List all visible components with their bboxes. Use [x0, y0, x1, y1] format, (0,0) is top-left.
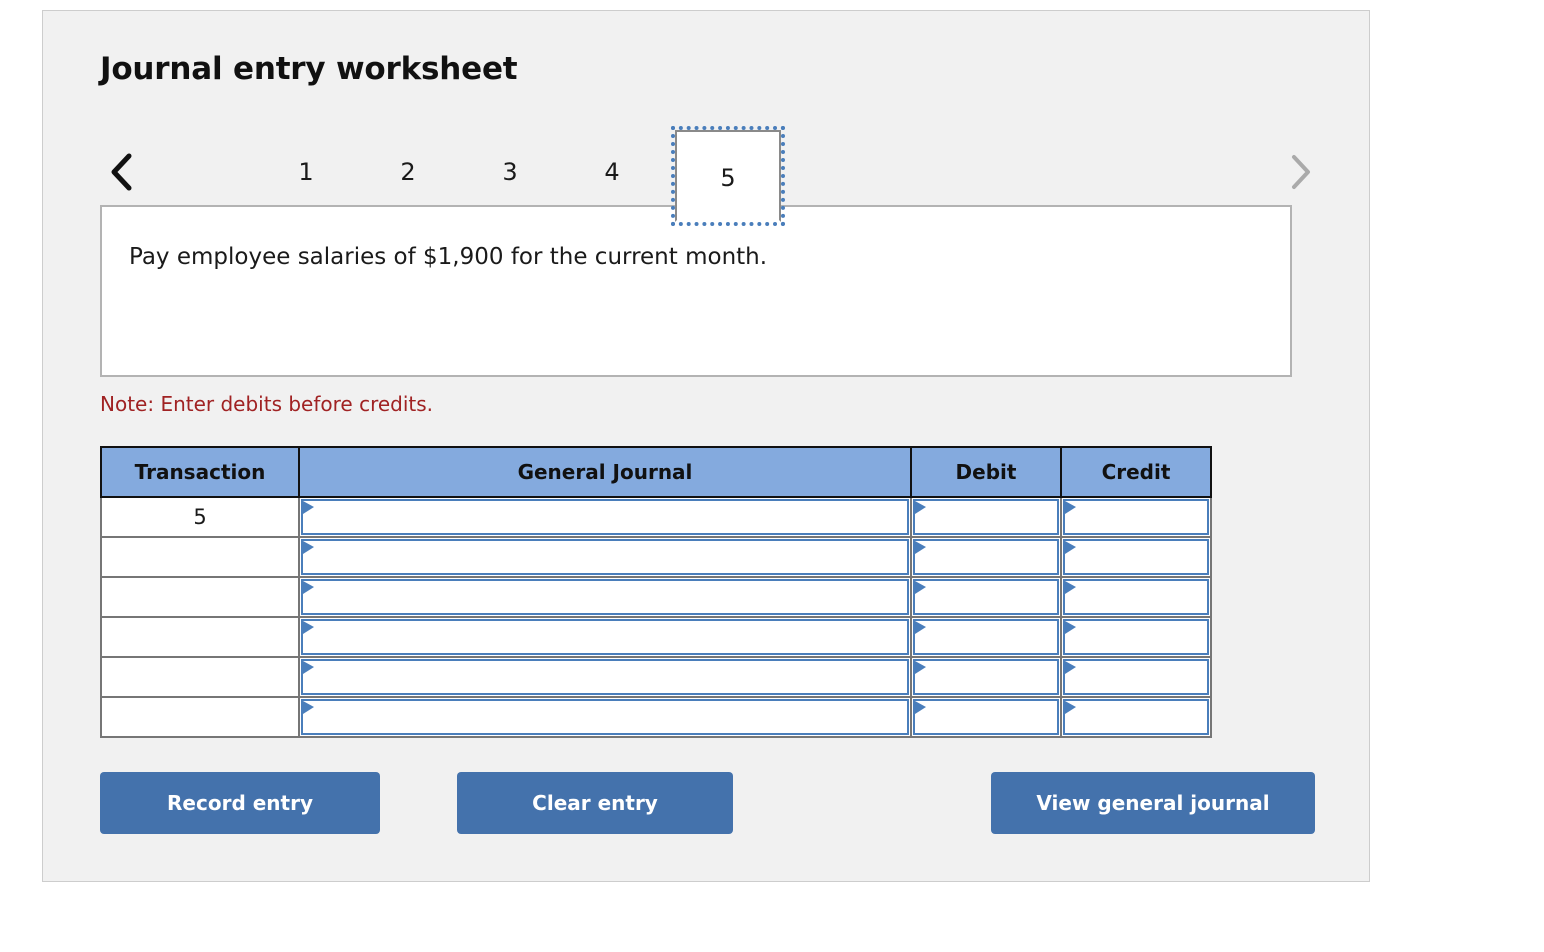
- worksheet-tab-1[interactable]: 1: [278, 149, 334, 195]
- general-journal-cell[interactable]: [298, 656, 912, 698]
- debit-input[interactable]: [913, 499, 1059, 535]
- instruction-text: Pay employee salaries of $1,900 for the …: [129, 244, 768, 270]
- debit-cell[interactable]: [910, 536, 1062, 578]
- dropdown-triangle-icon: [303, 661, 315, 675]
- credit-cell[interactable]: [1060, 496, 1212, 538]
- debit-cell[interactable]: [910, 696, 1062, 738]
- general-journal-cell[interactable]: [298, 616, 912, 658]
- general-journal-input[interactable]: [301, 699, 909, 735]
- transaction-number-cell: [100, 656, 300, 698]
- table-row: [100, 536, 1212, 578]
- journal-entry-panel: Journal entry worksheet 1 2 3 4 5 Pay em…: [42, 10, 1370, 882]
- table-row: [100, 696, 1212, 738]
- worksheet-tab-4[interactable]: 4: [584, 149, 640, 195]
- view-general-journal-button[interactable]: View general journal: [991, 772, 1315, 834]
- table-header-row: Transaction General Journal Debit Credit: [100, 446, 1212, 498]
- journal-table-body: 5: [100, 496, 1212, 738]
- debit-input[interactable]: [913, 539, 1059, 575]
- dropdown-triangle-icon: [1065, 581, 1077, 595]
- dropdown-triangle-icon: [303, 501, 315, 515]
- table-row: [100, 656, 1212, 698]
- transaction-number-cell: [100, 576, 300, 618]
- general-journal-cell[interactable]: [298, 576, 912, 618]
- prev-entry-arrow[interactable]: [100, 148, 144, 196]
- dropdown-triangle-icon: [915, 541, 927, 555]
- general-journal-cell[interactable]: [298, 696, 912, 738]
- debit-input[interactable]: [913, 579, 1059, 615]
- dropdown-triangle-icon: [1065, 621, 1077, 635]
- credit-input[interactable]: [1063, 699, 1209, 735]
- table-row: [100, 576, 1212, 618]
- dropdown-triangle-icon: [1065, 701, 1077, 715]
- record-entry-button[interactable]: Record entry: [100, 772, 380, 834]
- dropdown-triangle-icon: [303, 541, 315, 555]
- transaction-number-cell: [100, 536, 300, 578]
- credit-cell[interactable]: [1060, 536, 1212, 578]
- dropdown-triangle-icon: [303, 621, 315, 635]
- dropdown-triangle-icon: [915, 661, 927, 675]
- debit-cell[interactable]: [910, 576, 1062, 618]
- debit-cell[interactable]: [910, 616, 1062, 658]
- worksheet-tab-3[interactable]: 3: [482, 149, 538, 195]
- general-journal-input[interactable]: [301, 659, 909, 695]
- dropdown-triangle-icon: [303, 581, 315, 595]
- general-journal-cell[interactable]: [298, 536, 912, 578]
- debits-before-credits-note: Note: Enter debits before credits.: [100, 392, 434, 416]
- dropdown-triangle-icon: [303, 701, 315, 715]
- general-journal-input[interactable]: [301, 619, 909, 655]
- dropdown-triangle-icon: [915, 501, 927, 515]
- credit-cell[interactable]: [1060, 576, 1212, 618]
- credit-input[interactable]: [1063, 539, 1209, 575]
- worksheet-tab-5[interactable]: 5: [671, 126, 785, 226]
- dropdown-triangle-icon: [915, 701, 927, 715]
- transaction-number-cell: [100, 696, 300, 738]
- debit-input[interactable]: [913, 699, 1059, 735]
- next-entry-arrow[interactable]: [1278, 148, 1322, 196]
- debit-cell[interactable]: [910, 496, 1062, 538]
- column-header-general-journal: General Journal: [298, 446, 912, 498]
- credit-input[interactable]: [1063, 579, 1209, 615]
- debit-cell[interactable]: [910, 656, 1062, 698]
- credit-input[interactable]: [1063, 619, 1209, 655]
- panel-content: Journal entry worksheet 1 2 3 4 5 Pay em…: [100, 11, 1369, 881]
- chevron-left-icon: [109, 152, 135, 192]
- general-journal-input[interactable]: [301, 539, 909, 575]
- credit-input[interactable]: [1063, 659, 1209, 695]
- credit-cell[interactable]: [1060, 616, 1212, 658]
- dropdown-triangle-icon: [915, 581, 927, 595]
- credit-input[interactable]: [1063, 499, 1209, 535]
- credit-cell[interactable]: [1060, 656, 1212, 698]
- transaction-number-cell: [100, 616, 300, 658]
- page-title: Journal entry worksheet: [100, 51, 518, 87]
- instruction-box: Pay employee salaries of $1,900 for the …: [100, 205, 1292, 377]
- dropdown-triangle-icon: [915, 621, 927, 635]
- chevron-right-icon: [1287, 152, 1313, 192]
- debit-input[interactable]: [913, 659, 1059, 695]
- transaction-number-cell: 5: [100, 496, 300, 538]
- column-header-debit: Debit: [910, 446, 1062, 498]
- credit-cell[interactable]: [1060, 696, 1212, 738]
- journal-entry-table: Transaction General Journal Debit Credit…: [100, 446, 1212, 738]
- dropdown-triangle-icon: [1065, 541, 1077, 555]
- general-journal-input[interactable]: [301, 499, 909, 535]
- table-row: [100, 616, 1212, 658]
- column-header-credit: Credit: [1060, 446, 1212, 498]
- debit-input[interactable]: [913, 619, 1059, 655]
- table-row: 5: [100, 496, 1212, 538]
- dropdown-triangle-icon: [1065, 501, 1077, 515]
- general-journal-input[interactable]: [301, 579, 909, 615]
- general-journal-cell[interactable]: [298, 496, 912, 538]
- column-header-transaction: Transaction: [100, 446, 300, 498]
- worksheet-tab-2[interactable]: 2: [380, 149, 436, 195]
- dropdown-triangle-icon: [1065, 661, 1077, 675]
- clear-entry-button[interactable]: Clear entry: [457, 772, 733, 834]
